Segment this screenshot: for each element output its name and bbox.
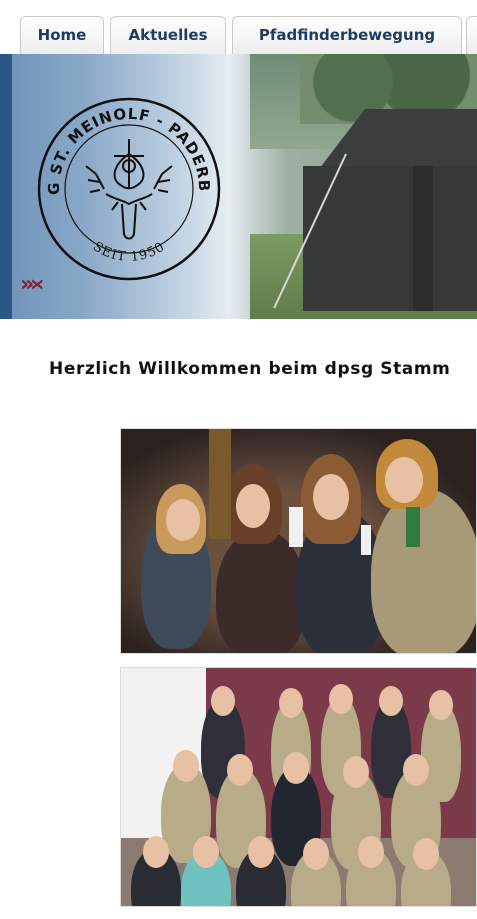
brass-candlestick: [209, 429, 231, 539]
tab-pfadfinderbewegung[interactable]: Pfadfinderbewegung: [232, 16, 462, 54]
person: [371, 489, 476, 653]
tab-aktuelles[interactable]: Aktuelles: [110, 16, 226, 54]
candle: [289, 507, 303, 547]
svg-text:DPSG ST. MEINOLF - PADERBORN: DPSG ST. MEINOLF - PADERBORN: [34, 94, 213, 195]
logo-text-bottom: SEIT 1950: [90, 239, 167, 265]
main-navigation: Home Aktuelles Pfadfinderbewegung: [0, 0, 477, 54]
photo-scouts-candles: [120, 428, 477, 654]
person-face: [413, 838, 439, 870]
person-face: [193, 836, 219, 868]
person-face: [173, 750, 199, 782]
person-face: [166, 499, 200, 541]
banner-edge: [0, 54, 12, 319]
person-face: [329, 684, 353, 714]
tent-door: [413, 166, 433, 311]
person-face: [283, 752, 309, 784]
person-face: [403, 754, 429, 786]
person-face: [248, 836, 274, 868]
photo-scout-group: [120, 667, 477, 907]
person-face: [143, 836, 169, 868]
logo-text-top: DPSG ST. MEINOLF - PADERBORN: [34, 94, 212, 195]
svg-text:SEIT 1950: SEIT 1950: [90, 239, 168, 265]
person-face: [236, 484, 270, 528]
tab-more[interactable]: [466, 16, 477, 54]
person-face: [379, 686, 403, 716]
person-face: [303, 838, 329, 870]
tab-home[interactable]: Home: [20, 16, 104, 54]
person-face: [343, 756, 369, 788]
person-face: [279, 688, 303, 718]
welcome-heading: Herzlich Willkommen beim dpsg Stamm: [49, 359, 451, 379]
person-face: [385, 457, 423, 503]
person: [216, 529, 306, 653]
person-face: [429, 690, 453, 720]
dpsg-logo[interactable]: DPSG ST. MEINOLF - PADERBORN SEIT 1950: [34, 94, 224, 284]
candle: [361, 525, 371, 555]
lily-emblem: [113, 139, 145, 190]
person-face: [358, 836, 384, 868]
person-face: [313, 474, 349, 520]
slider-nav-arrows[interactable]: ›››‹: [20, 272, 44, 297]
person-face: [227, 754, 253, 786]
header-banner: DPSG ST. MEINOLF - PADERBORN SEIT 1950 ›…: [0, 54, 477, 319]
scarf: [406, 507, 420, 547]
person-face: [211, 686, 235, 716]
